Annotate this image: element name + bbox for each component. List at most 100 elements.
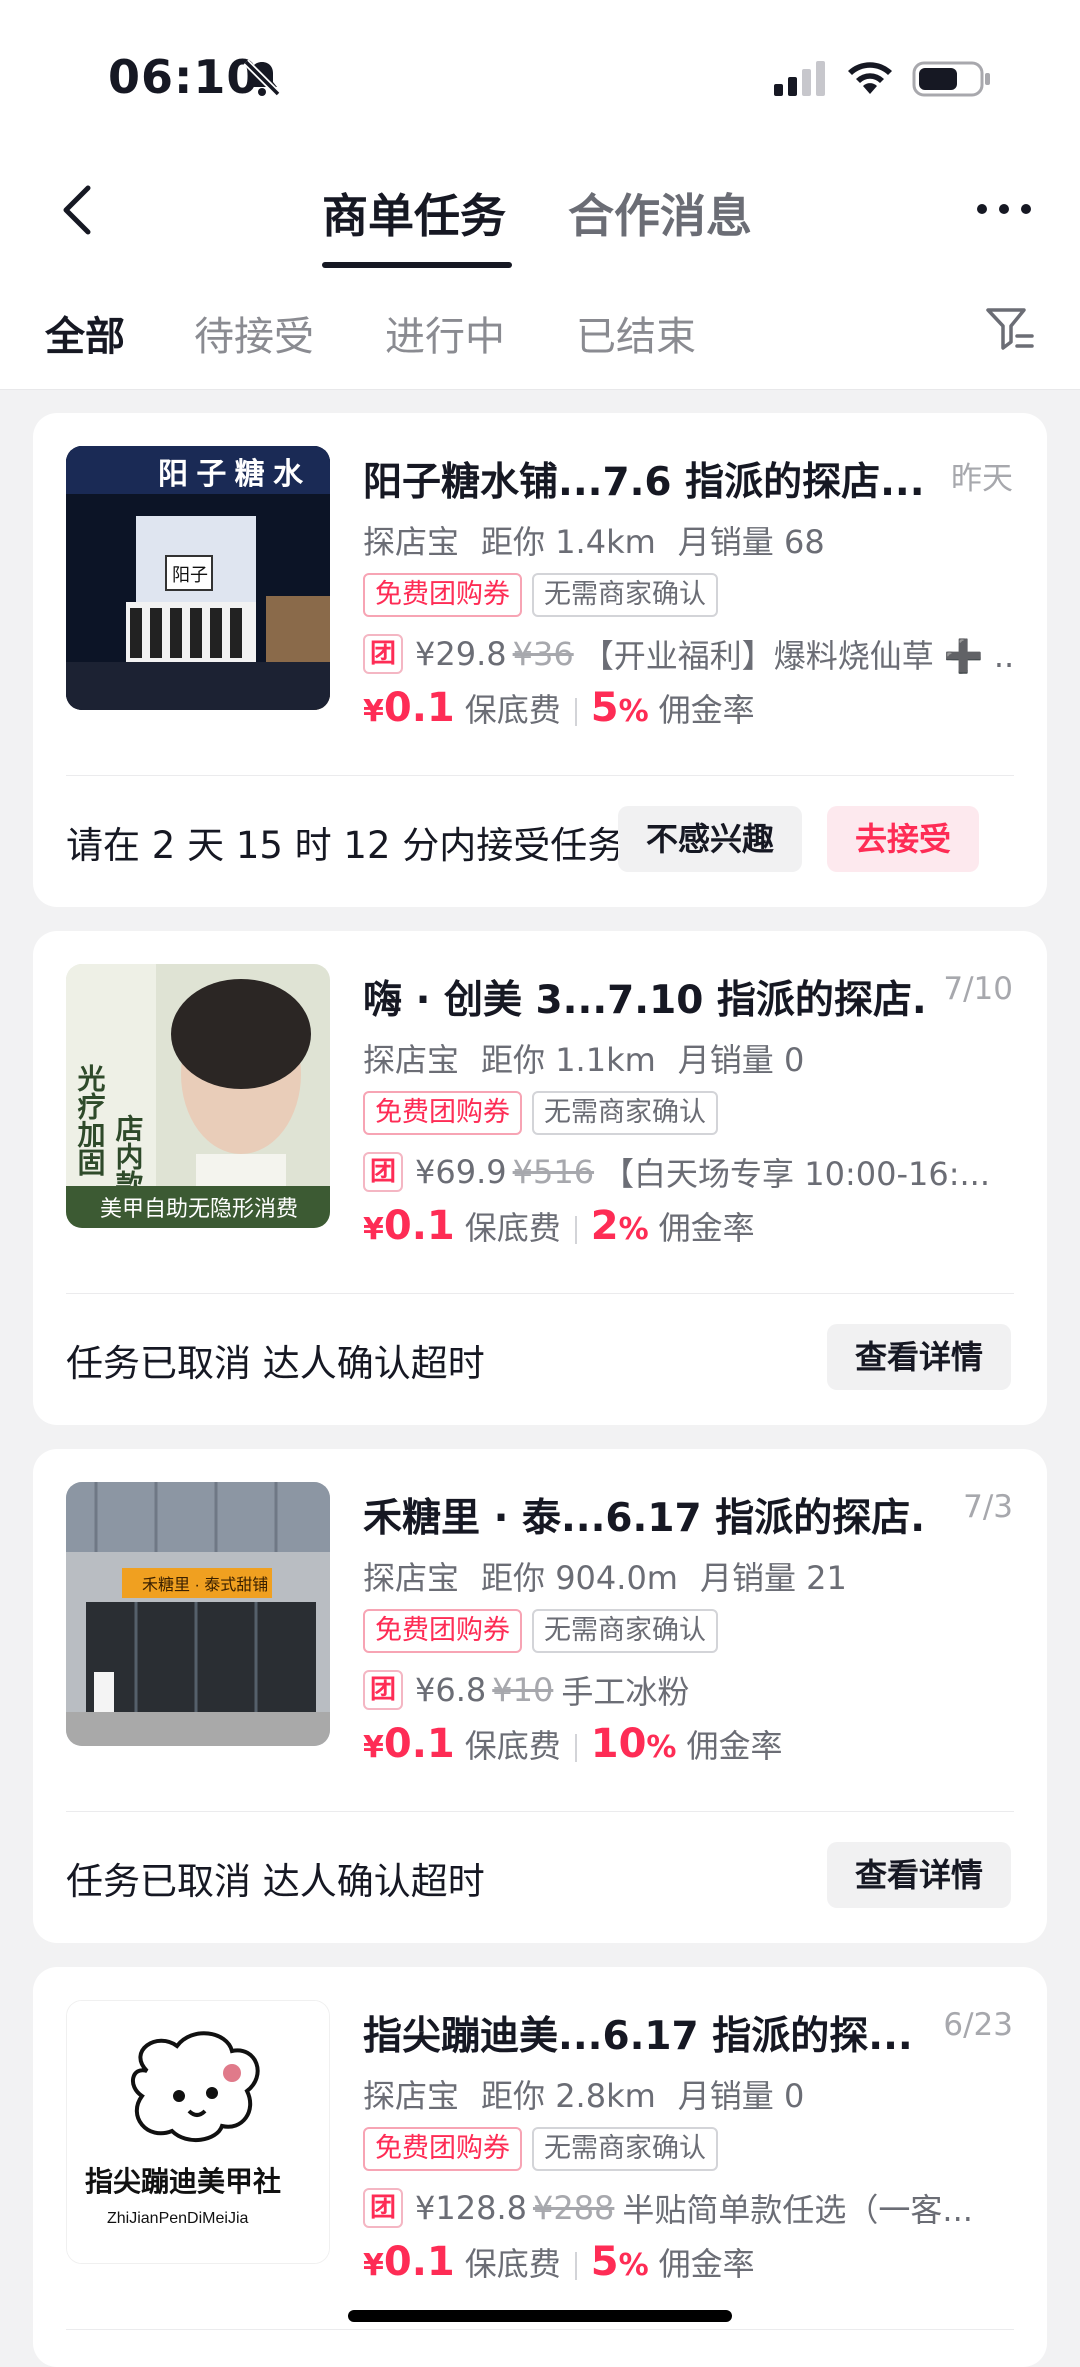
deal-price: ¥69.9	[415, 1153, 507, 1191]
store-pinyin-text: ZhiJianPenDiMeiJia	[107, 2210, 248, 2227]
task-title: 嗨 · 创美 3...7.10 指派的探店...	[363, 978, 923, 1023]
divider	[66, 775, 1014, 776]
divider	[66, 1293, 1014, 1294]
deal-row: 团 ¥6.8 ¥10 手工冰粉	[363, 1667, 1013, 1713]
distance: 距你 1.4km	[481, 523, 656, 561]
wifi-icon	[848, 62, 892, 94]
active-tab-indicator	[322, 262, 512, 268]
tag-list: 免费团购券 无需商家确认	[363, 2127, 728, 2171]
distance: 距你 904.0m	[481, 1559, 678, 1597]
view-details-button[interactable]: 查看详情	[827, 1842, 1012, 1908]
group-buy-badge: 团	[363, 1152, 403, 1192]
divider	[66, 1811, 1014, 1812]
bell-muted-icon	[243, 59, 281, 97]
status-time: 06:10	[108, 50, 260, 104]
task-title: 禾糖里 · 泰...6.17 指派的探店...	[363, 1496, 923, 1541]
divider	[66, 2329, 1014, 2330]
promo-vertical-text-2: 光疗加固	[75, 1064, 107, 1176]
group-buy-badge: 团	[363, 2188, 403, 2228]
subtab-in-progress[interactable]: 进行中	[385, 304, 505, 362]
commission-rate: 10	[590, 1721, 647, 1767]
task-card[interactable]: 指尖蹦迪美甲社 ZhiJianPenDiMeiJia 指尖蹦迪美...6.17 …	[33, 1967, 1047, 2367]
store-logo: 指尖蹦迪美甲社 ZhiJianPenDiMeiJia	[66, 2000, 330, 2264]
fee-row: ¥0.1 保底费 5% 佣金率	[363, 2239, 755, 2285]
more-icon[interactable]	[974, 194, 1034, 224]
commission-rate: 2	[590, 1203, 619, 1249]
tag-free-coupon: 免费团购券	[363, 2127, 522, 2171]
task-meta: 探店宝 距你 2.8km 月销量 0	[363, 2071, 826, 2117]
store-photo-illustration: 阳 子 糖 水 阳子	[66, 446, 330, 710]
store-photo: 阳 子 糖 水 阳子	[66, 446, 330, 710]
platform: 探店宝	[363, 2077, 460, 2115]
store-sign-text: 阳 子 糖 水	[158, 458, 304, 491]
deal-price: ¥128.8	[415, 2189, 527, 2227]
commission-rate: 5	[590, 685, 619, 731]
filter-icon[interactable]	[984, 304, 1036, 356]
task-card[interactable]: 禾糖里 · 泰式甜铺 禾糖里 · 泰...6.17 指派的探店... 7/3 探…	[33, 1449, 1047, 1943]
task-date: 昨天	[951, 461, 1013, 497]
not-interested-button[interactable]: 不感兴趣	[618, 806, 803, 872]
task-status-text: 任务已取消 达人确认超时	[66, 1860, 485, 1903]
view-details-button[interactable]: 查看详情	[827, 1324, 1012, 1390]
deal-description: 半贴简单款任选（一客...	[622, 2191, 973, 2229]
battery-icon	[912, 61, 990, 97]
task-card[interactable]: 店内款式不限 光疗加固 美甲自助无隐形消费 嗨 · 创美 3...7.10 指派…	[33, 931, 1047, 1425]
tag-free-coupon: 免费团购券	[363, 1609, 522, 1653]
original-price: ¥10	[492, 1671, 554, 1709]
promo-banner-text: 美甲自助无隐形消费	[100, 1196, 298, 1221]
task-date: 6/23	[943, 2007, 1013, 2043]
task-status-text: 任务已取消 达人确认超时	[66, 1342, 485, 1385]
task-meta: 探店宝 距你 1.1km 月销量 0	[363, 1035, 826, 1081]
group-buy-badge: 团	[363, 1670, 403, 1710]
tag-list: 免费团购券 无需商家确认	[363, 1091, 728, 1135]
tab-business-tasks[interactable]: 商单任务	[322, 180, 506, 246]
task-title: 阳子糖水铺...7.6 指派的探店...	[363, 460, 923, 505]
platform: 探店宝	[363, 1559, 460, 1597]
task-date: 7/3	[963, 1489, 1013, 1525]
deal-description: 【开业福利】爆料烧仙草 ➕ ...	[581, 637, 1013, 675]
subtab-ended[interactable]: 已结束	[576, 304, 696, 362]
status-bar: 06:10	[0, 0, 1080, 150]
tag-no-confirm: 无需商家确认	[532, 573, 718, 617]
store-photo: 禾糖里 · 泰式甜铺	[66, 1482, 330, 1746]
tag-no-confirm: 无需商家确认	[532, 1609, 718, 1653]
deal-price: ¥6.8	[415, 1671, 487, 1709]
store-photo-illustration: 禾糖里 · 泰式甜铺	[66, 1482, 330, 1746]
back-arrow-icon[interactable]	[48, 180, 108, 240]
top-nav: 商单任务 合作消息	[0, 150, 1080, 278]
base-fee: 0.1	[383, 2239, 455, 2285]
deal-row: 团 ¥29.8 ¥36 【开业福利】爆料烧仙草 ➕ ...	[363, 631, 1013, 677]
accept-button[interactable]: 去接受	[827, 806, 980, 872]
fee-row: ¥0.1 保底费 2% 佣金率	[363, 1203, 755, 1249]
distance: 距你 1.1km	[481, 1041, 656, 1079]
deal-description: 【白天场专享 10:00-16:...	[602, 1155, 991, 1193]
base-fee: 0.1	[383, 685, 455, 731]
deal-price: ¥29.8	[415, 635, 507, 673]
task-title: 指尖蹦迪美...6.17 指派的探...	[363, 2014, 913, 2059]
original-price: ¥36	[512, 635, 574, 673]
subtab-all[interactable]: 全部	[45, 304, 125, 362]
store-logo-text: 阳子	[172, 565, 208, 585]
original-price: ¥516	[512, 1153, 595, 1191]
base-fee: 0.1	[383, 1203, 455, 1249]
task-date: 7/10	[943, 971, 1013, 1007]
cellular-signal-icon	[774, 61, 825, 96]
monthly-sales: 月销量 21	[699, 1559, 847, 1597]
task-meta: 探店宝 距你 1.4km 月销量 68	[363, 517, 847, 563]
commission-rate: 5	[590, 2239, 619, 2285]
subtab-pending[interactable]: 待接受	[194, 304, 314, 362]
store-logo-illustration: 指尖蹦迪美甲社 ZhiJianPenDiMeiJia	[67, 2001, 329, 2263]
deal-row: 团 ¥69.9 ¥516 【白天场专享 10:00-16:...	[363, 1149, 1013, 1195]
tag-free-coupon: 免费团购券	[363, 573, 522, 617]
distance: 距你 2.8km	[481, 2077, 656, 2115]
deal-row: 团 ¥128.8 ¥288 半贴简单款任选（一客...	[363, 2185, 1013, 2231]
tag-free-coupon: 免费团购券	[363, 1091, 522, 1135]
task-card[interactable]: 阳 子 糖 水 阳子 阳子糖水铺...7.6 指派的探店... 昨天 探店宝 距你…	[33, 413, 1047, 907]
original-price: ¥288	[532, 2189, 615, 2227]
store-sign-text: 禾糖里 · 泰式甜铺	[142, 1576, 268, 1594]
monthly-sales: 月销量 0	[677, 1041, 805, 1079]
fee-row: ¥0.1 保底费 10% 佣金率	[363, 1721, 783, 1767]
tab-cooperation-messages[interactable]: 合作消息	[568, 180, 752, 246]
base-fee: 0.1	[383, 1721, 455, 1767]
tag-no-confirm: 无需商家确认	[532, 2127, 718, 2171]
